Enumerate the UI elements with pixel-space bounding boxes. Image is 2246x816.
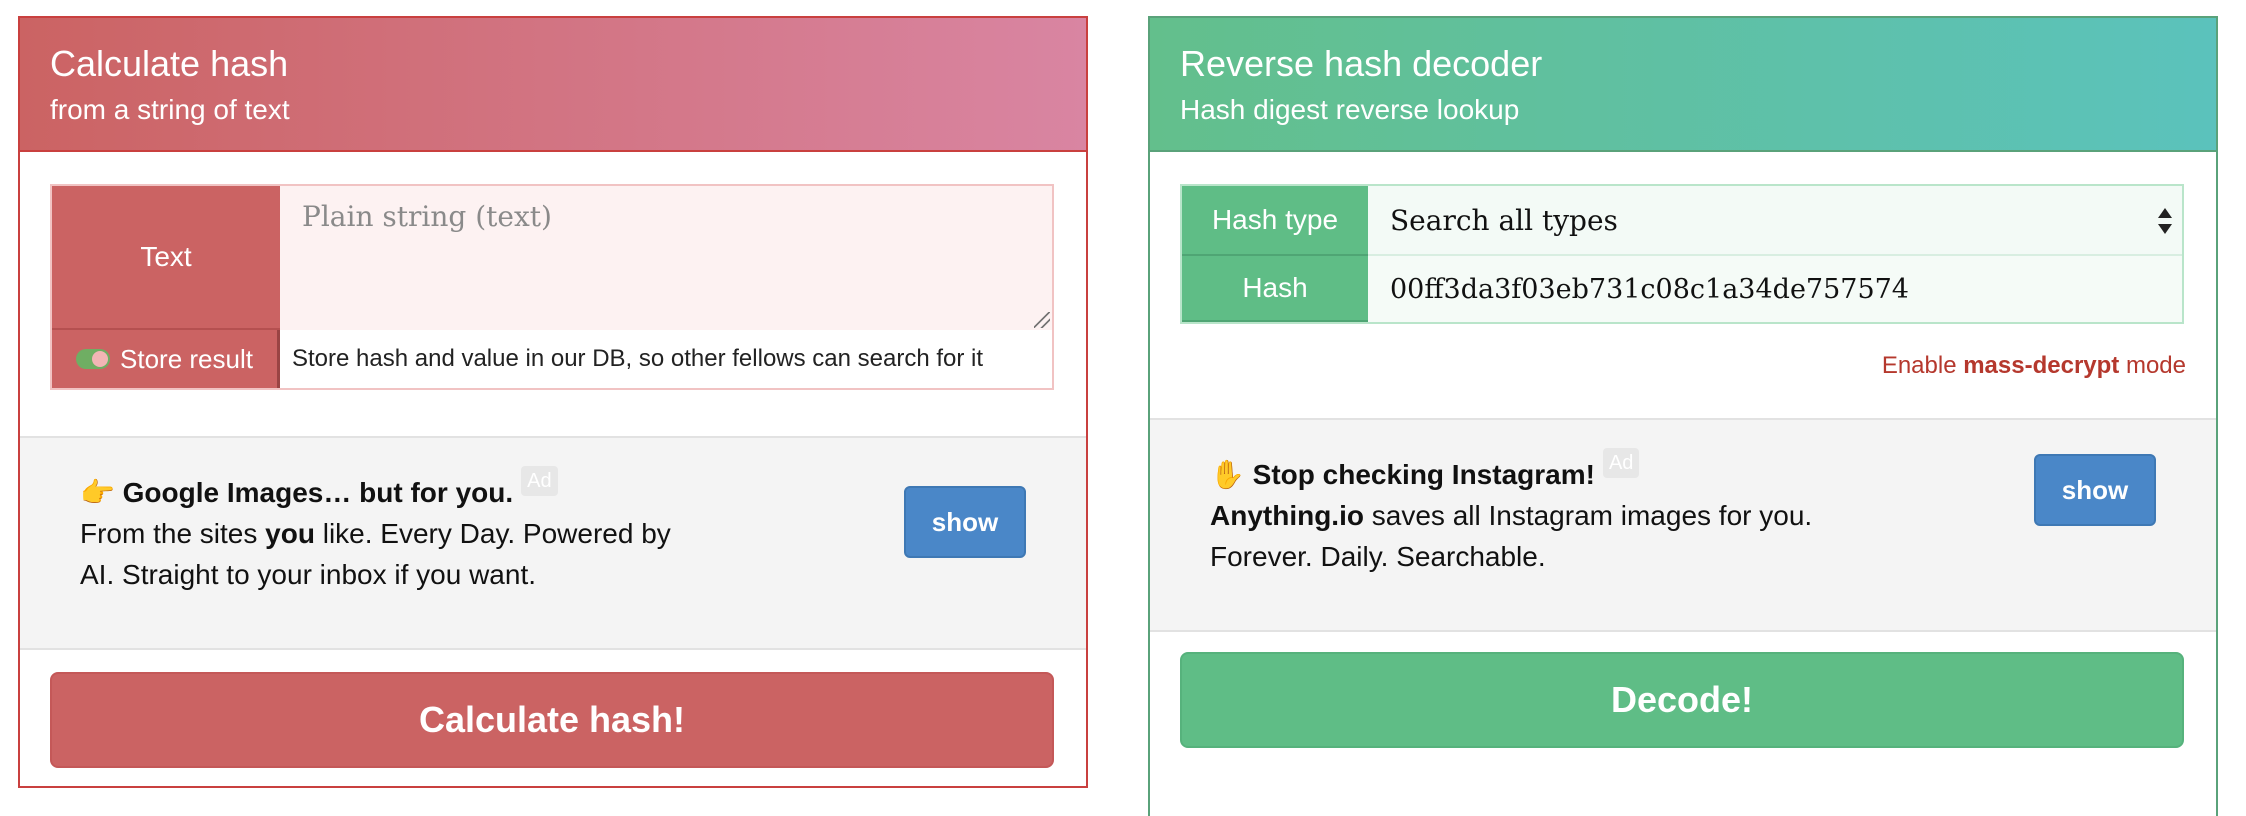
panel-title: Calculate hash xyxy=(50,43,289,84)
pointing-hand-emoji: 👉 xyxy=(80,477,115,508)
ad-block: ✋ Stop checking Instagram! Ad Anything.io… xyxy=(1150,418,2216,632)
plain-text-placeholder: Plain string (text) xyxy=(302,200,552,233)
ad-text: ✋ Stop checking Instagram! Ad Anything.io… xyxy=(1210,448,1830,577)
mass-post: mode xyxy=(2119,352,2186,379)
toggle-switch-icon xyxy=(76,349,111,369)
hash-input[interactable]: 00ff3da3f03eb731c08c1a34de757574 xyxy=(1368,256,2182,322)
ad-tag: Ad xyxy=(521,466,558,496)
calculate-hash-header: Calculate hash from a string of text xyxy=(20,18,1086,152)
mass-decrypt-link[interactable]: Enable mass-decrypt mode xyxy=(1882,352,2186,380)
store-result-toggle[interactable]: Store result xyxy=(52,330,280,388)
hash-type-select[interactable]: Search all types xyxy=(1368,186,2182,256)
reverse-hash-panel: Reverse hash decoder Hash digest reverse… xyxy=(1148,16,2218,816)
store-result-label: Store result xyxy=(120,343,253,374)
resize-handle-icon[interactable] xyxy=(1034,312,1050,328)
ad-line1-post: saves all Instagram images for you. xyxy=(1363,500,1813,531)
decode-form: Hash type Search all types Hash 00ff3da3… xyxy=(1180,184,2184,324)
ad-line2: Forever. Daily. Searchable. xyxy=(1210,541,1546,572)
panel-title: Reverse hash decoder xyxy=(1180,43,1543,84)
mass-bold: mass-decrypt xyxy=(1963,352,2120,379)
ad-line1-bold: you xyxy=(265,518,315,549)
ad-line1-bold: Anything.io xyxy=(1210,500,1364,531)
ad-headline[interactable]: Stop checking Instagram! xyxy=(1253,459,1595,490)
select-arrows-icon xyxy=(2156,208,2174,234)
show-ad-button[interactable]: show xyxy=(904,486,1026,558)
ad-tag: Ad xyxy=(1602,448,1640,478)
plain-text-input[interactable]: Plain string (text) xyxy=(280,186,1052,330)
ad-headline[interactable]: Google Images… but for you. xyxy=(123,477,513,508)
hash-label: Hash xyxy=(1182,256,1368,322)
raised-hand-emoji: ✋ xyxy=(1210,459,1245,490)
calculate-hash-panel: Calculate hash from a string of text Tex… xyxy=(18,16,1088,788)
panel-subtitle: Hash digest reverse lookup xyxy=(1180,94,1520,125)
reverse-hash-header: Reverse hash decoder Hash digest reverse… xyxy=(1150,18,2216,152)
mass-pre: Enable xyxy=(1881,352,1964,379)
ad-line1-post: like. Every Day. Powered by xyxy=(314,518,671,549)
show-ad-button[interactable]: show xyxy=(2034,454,2156,526)
calculate-hash-button[interactable]: Calculate hash! xyxy=(50,672,1054,768)
hash-input-form: Text Plain string (text) Store result St… xyxy=(50,184,1054,390)
hash-type-label: Hash type xyxy=(1182,186,1368,256)
text-label: Text xyxy=(52,186,280,330)
ad-block: 👉 Google Images… but for you. Ad From the… xyxy=(20,436,1086,650)
ad-line1-pre: From the sites xyxy=(80,518,266,549)
ad-line2: AI. Straight to your inbox if you want. xyxy=(80,559,537,590)
hash-type-value: Search all types xyxy=(1390,203,1618,237)
panel-subtitle: from a string of text xyxy=(50,94,290,125)
store-result-description: Store hash and value in our DB, so other… xyxy=(280,330,1052,388)
ad-text: 👉 Google Images… but for you. Ad From the… xyxy=(80,466,700,595)
decode-button[interactable]: Decode! xyxy=(1180,652,2184,748)
